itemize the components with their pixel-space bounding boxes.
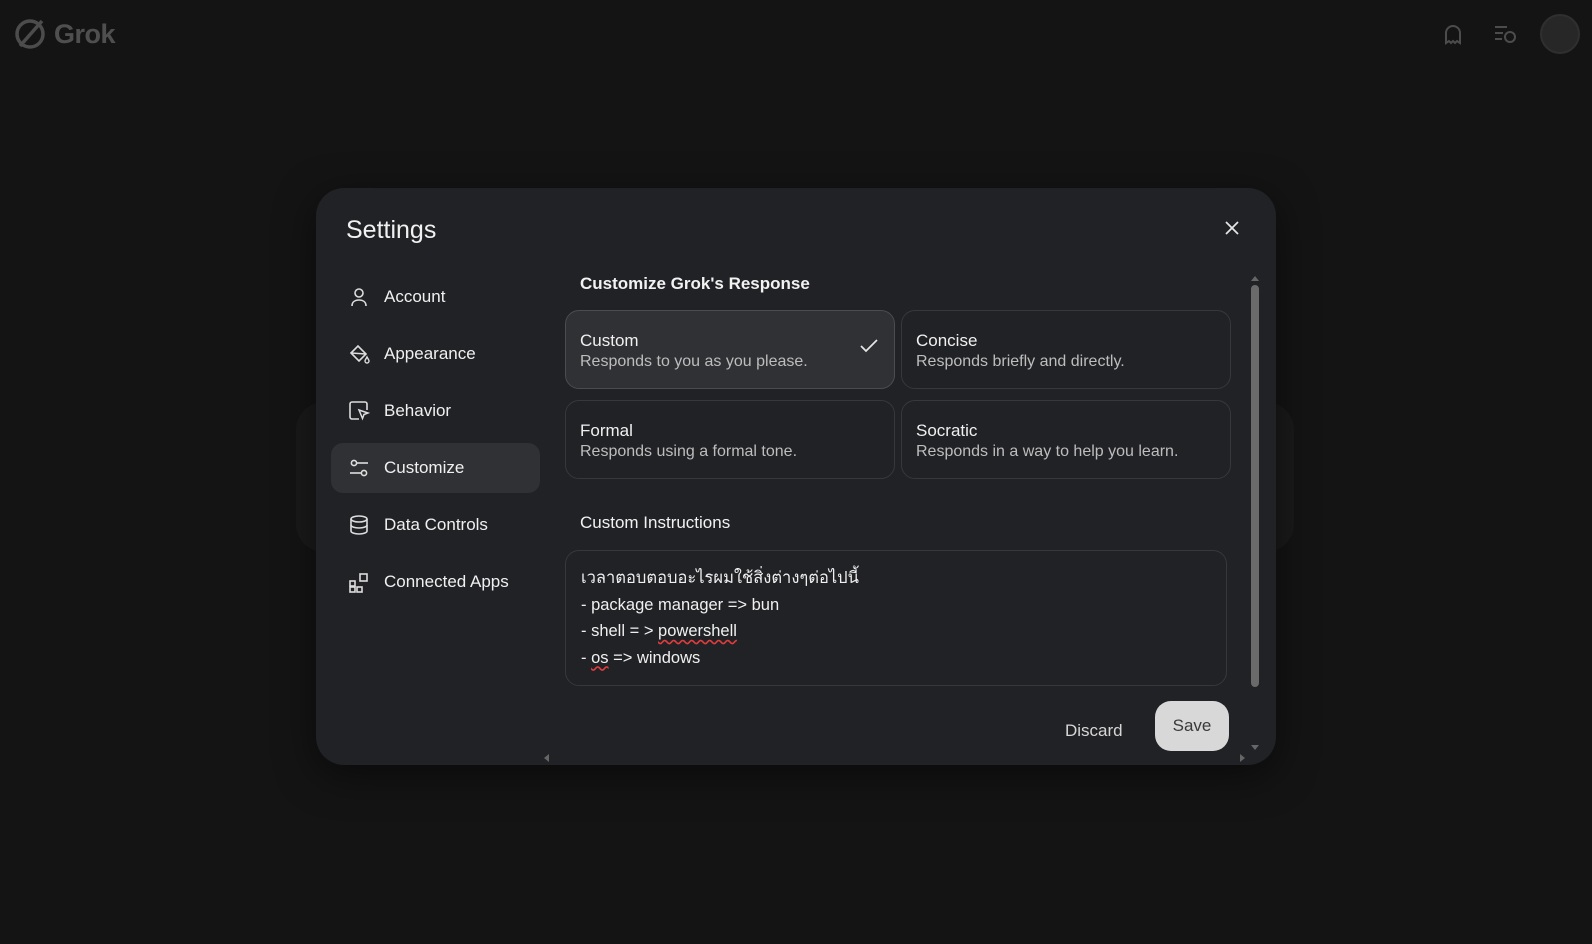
custom-instructions-textarea[interactable]: เวลาตอบตอบอะไรผมใช้สิ่งต่างๆต่อไปนี้ - p… (565, 550, 1227, 686)
instructions-section-title: Custom Instructions (580, 513, 731, 532)
chat-history-icon[interactable] (1488, 17, 1522, 51)
option-title: Socratic (916, 421, 978, 440)
instruction-line-4: - os => windows (581, 645, 1211, 672)
grok-logo-icon (15, 19, 45, 49)
database-icon (348, 514, 370, 536)
option-socratic[interactable]: Socratic Responds in a way to help you l… (901, 400, 1231, 479)
avatar[interactable] (1540, 14, 1580, 54)
top-bar: Grok (0, 0, 1592, 70)
nav-label: Connected Apps (384, 572, 509, 591)
scroll-down-arrow[interactable] (1251, 745, 1259, 750)
user-icon (348, 286, 370, 308)
option-concise[interactable]: Concise Responds briefly and directly. (901, 310, 1231, 389)
instruction-text: - shell = > (581, 622, 659, 640)
nav-item-behavior[interactable]: Behavior (331, 386, 540, 436)
nav-item-data-controls[interactable]: Data Controls (331, 500, 540, 550)
spellcheck-word: os (591, 648, 609, 667)
instruction-line-3: - shell = > powershell (581, 618, 1211, 645)
instruction-text: - (581, 648, 592, 667)
option-desc: Responds briefly and directly. (916, 353, 1125, 370)
ghost-icon[interactable] (1436, 17, 1470, 51)
nav-label: Appearance (384, 344, 476, 363)
paint-bucket-icon (348, 343, 370, 365)
scroll-up-arrow[interactable] (1251, 276, 1259, 281)
option-desc: Responds in a way to help you learn. (916, 443, 1179, 460)
option-title: Concise (916, 331, 978, 350)
nav-label: Data Controls (384, 515, 488, 534)
option-custom[interactable]: Custom Responds to you as you please. (565, 310, 895, 389)
option-formal[interactable]: Formal Responds using a formal tone. (565, 400, 895, 479)
modal-title: Settings (346, 216, 437, 244)
response-section-title: Customize Grok's Response (580, 274, 810, 293)
option-title: Custom (580, 331, 639, 350)
instruction-line-2: - package manager => bun (581, 595, 780, 614)
option-desc: Responds to you as you please. (580, 353, 808, 370)
apps-grid-icon (348, 571, 370, 593)
customize-panel: Customize Grok's Response Custom Respond… (565, 188, 1241, 765)
cursor-icon (348, 400, 370, 422)
checkmark-icon (860, 339, 878, 353)
option-desc: Responds using a formal tone. (580, 443, 798, 460)
nav-item-account[interactable]: Account (331, 272, 540, 322)
nav-label: Account (384, 287, 446, 306)
app-name: Grok (54, 18, 116, 49)
instruction-line-1: เวลาตอบตอบอะไรผมใช้สิ่งต่างๆต่อไปนี้ (581, 569, 859, 587)
option-title: Formal (580, 421, 633, 440)
discard-button[interactable]: Discard (1065, 706, 1123, 756)
scroll-right-arrow[interactable] (1240, 754, 1245, 762)
nav-label: Behavior (384, 401, 452, 420)
nav-item-customize[interactable]: Customize (331, 443, 540, 493)
sliders-icon (348, 457, 370, 479)
scroll-left-arrow[interactable] (544, 754, 549, 762)
vertical-scrollbar[interactable] (1251, 285, 1259, 687)
grok-logo[interactable]: Grok (12, 16, 116, 52)
settings-nav: Account Appearance Behavior Customize Da… (331, 272, 540, 614)
spellcheck-word: powershell (658, 622, 737, 640)
nav-item-connected-apps[interactable]: Connected Apps (331, 557, 540, 607)
instruction-text: => windows (608, 648, 701, 667)
nav-label: Customize (384, 458, 465, 477)
save-button[interactable]: Save (1155, 701, 1229, 751)
nav-item-appearance[interactable]: Appearance (331, 329, 540, 379)
settings-modal: Settings Account Appearance Behavior Cus… (316, 188, 1276, 765)
